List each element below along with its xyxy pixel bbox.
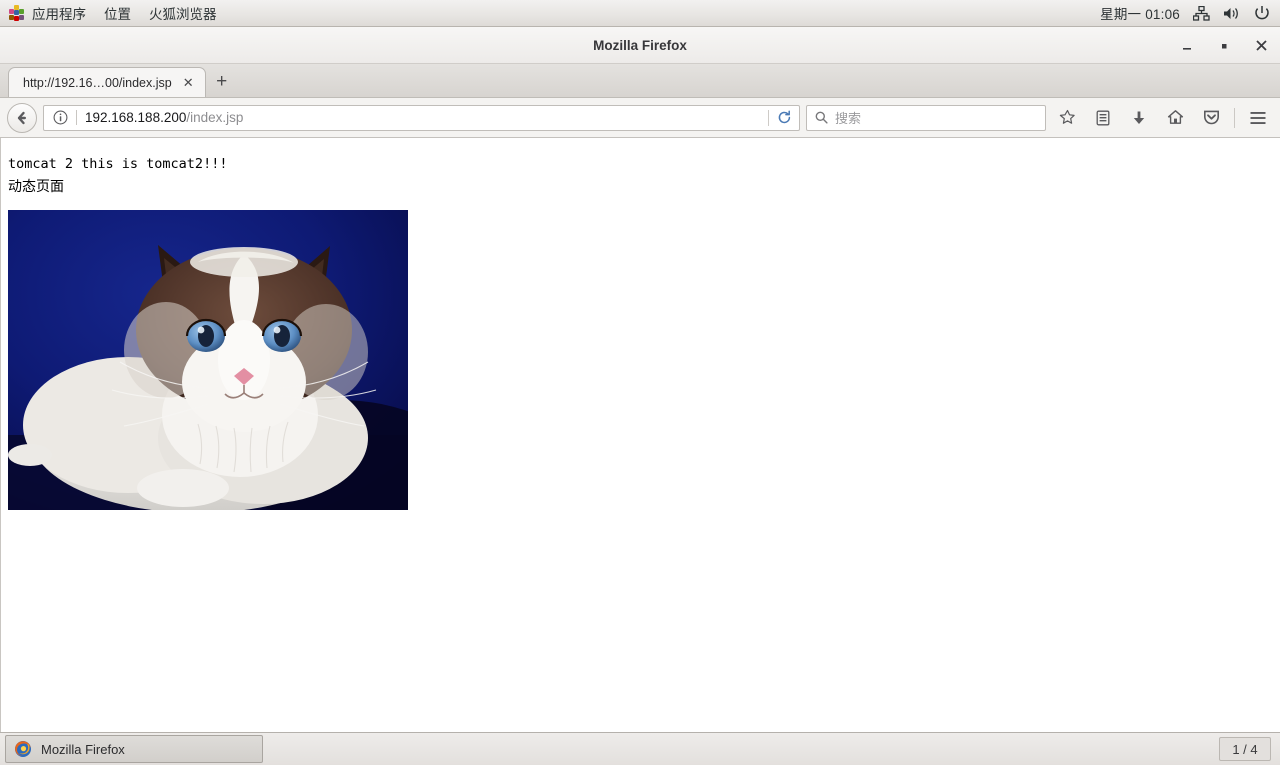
- address-bar-separator: [76, 110, 77, 125]
- toolbar-separator: [1234, 107, 1235, 128]
- tab-strip: http://192.16…00/index.jsp ✕ +: [0, 64, 1280, 98]
- panel-menu-places-label: 位置: [104, 7, 131, 22]
- new-tab-button[interactable]: +: [206, 67, 238, 97]
- network-icon[interactable]: [1193, 5, 1210, 21]
- search-bar[interactable]: 搜索: [806, 104, 1046, 131]
- window-titlebar: Mozilla Firefox: [0, 27, 1280, 64]
- maximize-button[interactable]: [1211, 33, 1237, 59]
- downloads-icon[interactable]: [1124, 103, 1154, 133]
- library-icon[interactable]: [1088, 103, 1118, 133]
- desktop-taskbar: Mozilla Firefox 1 / 4: [0, 732, 1280, 765]
- pocket-icon[interactable]: [1196, 103, 1226, 133]
- page-subtext: 动态页面: [8, 179, 64, 195]
- address-bar-host: 192.168.188.200: [85, 110, 187, 125]
- firefox-window: Mozilla Firefox http://192.16…00/index.j…: [0, 27, 1280, 732]
- taskbar-window-button[interactable]: Mozilla Firefox: [5, 735, 263, 763]
- reload-icon[interactable]: [769, 105, 799, 131]
- address-bar-url: 192.168.188.200/index.jsp: [85, 110, 768, 125]
- tab-close-icon[interactable]: ✕: [180, 75, 197, 90]
- address-bar-path: /index.jsp: [186, 110, 244, 125]
- panel-menu-firefox-label: 火狐浏览器: [149, 7, 217, 22]
- desktop-top-panel: 应用程序 位置 火狐浏览器 星期一 01:06: [0, 0, 1280, 27]
- panel-menu-places[interactable]: 位置: [95, 0, 140, 27]
- panel-menu-firefox[interactable]: 火狐浏览器: [140, 0, 226, 27]
- search-icon: [815, 111, 828, 124]
- info-icon[interactable]: [52, 109, 69, 126]
- panel-clock[interactable]: 星期一 01:06: [1100, 3, 1180, 23]
- minimize-button[interactable]: [1174, 33, 1200, 59]
- browser-tab[interactable]: http://192.16…00/index.jsp ✕: [8, 67, 206, 97]
- menu-hamburger-icon[interactable]: [1243, 103, 1273, 133]
- panel-menu-applications-label: 应用程序: [32, 7, 86, 22]
- page-heading-text: tomcat 2 this is tomcat2!!!: [8, 156, 228, 172]
- page-content: tomcat 2 this is tomcat2!!! 动态页面: [0, 138, 1280, 732]
- address-bar-actions: [768, 105, 799, 131]
- power-icon[interactable]: [1254, 5, 1270, 21]
- taskbar-window-label: Mozilla Firefox: [41, 741, 125, 757]
- address-bar[interactable]: 192.168.188.200/index.jsp: [43, 104, 800, 131]
- workspace-switcher[interactable]: 1 / 4: [1219, 737, 1271, 761]
- close-button[interactable]: [1248, 33, 1274, 59]
- applications-icon: [9, 5, 25, 21]
- window-controls: [1174, 27, 1274, 64]
- browser-tab-title: http://192.16…00/index.jsp: [23, 75, 172, 90]
- home-icon[interactable]: [1160, 103, 1190, 133]
- ragdoll-cat-photo: [8, 210, 408, 510]
- back-button[interactable]: [7, 102, 37, 133]
- firefox-icon: [14, 740, 32, 758]
- search-input[interactable]: 搜索: [835, 108, 861, 127]
- volume-icon[interactable]: [1223, 6, 1241, 21]
- panel-menu-applications[interactable]: 应用程序: [0, 0, 95, 27]
- navigation-toolbar: 192.168.188.200/index.jsp 搜索: [0, 98, 1280, 138]
- panel-tray: 星期一 01:06: [1100, 3, 1280, 23]
- window-title: Mozilla Firefox: [593, 37, 687, 53]
- bookmark-star-icon[interactable]: [1052, 103, 1082, 133]
